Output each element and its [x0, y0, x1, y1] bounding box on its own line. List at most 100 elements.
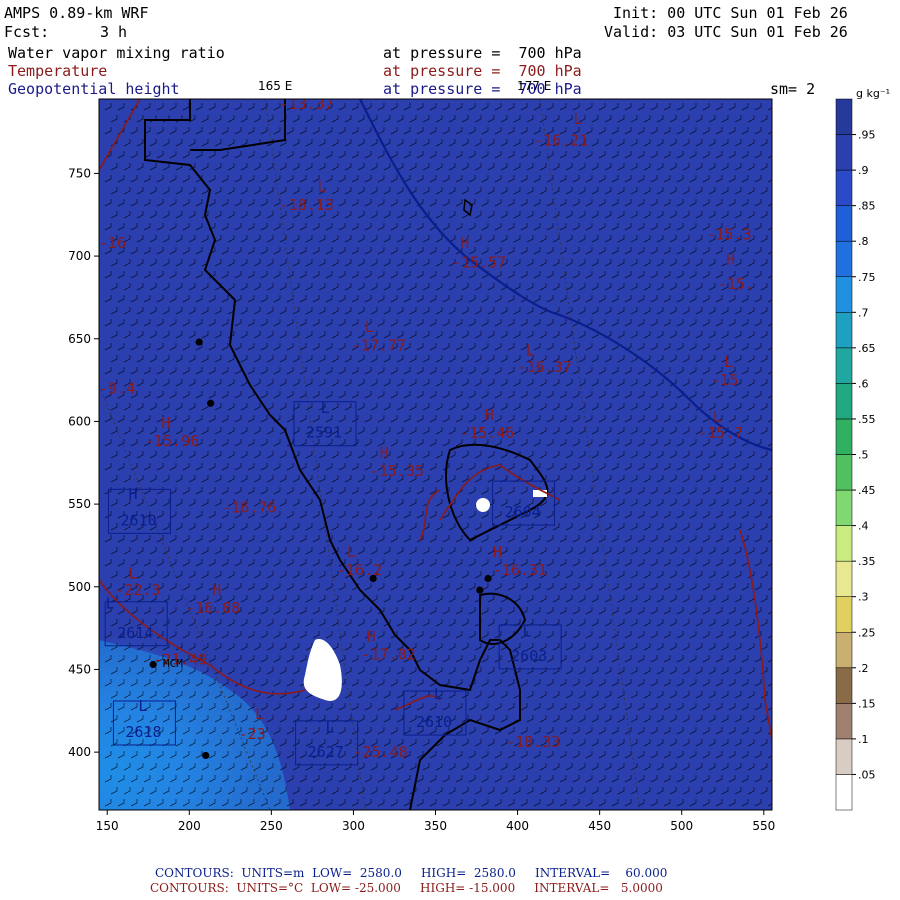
height-label: 2604	[505, 503, 541, 521]
colorbar-swatch	[835, 134, 853, 171]
temperature-label: -18.33	[506, 733, 560, 751]
temperature-label: -25.48	[353, 743, 407, 761]
height-label: 2614	[117, 624, 153, 642]
colorbar-label: .8	[858, 235, 869, 248]
temperature-label: -13.37	[280, 95, 334, 113]
temperature-label: -17.77	[352, 336, 406, 354]
colorbar-swatch	[835, 596, 853, 633]
height-center-symbol: L	[434, 685, 443, 703]
colorbar-swatch	[835, 667, 853, 704]
dry-patch	[533, 490, 547, 497]
temperature-center-symbol: H	[380, 444, 389, 462]
temperature-center-symbol: H	[367, 627, 376, 645]
temperature-label: -16.2	[337, 561, 382, 579]
footer-height-high: HIGH= 2580.0	[420, 866, 516, 880]
colorbar-swatch	[835, 98, 853, 135]
colorbar-swatch	[835, 240, 853, 277]
temperature-label: -23	[239, 725, 266, 743]
temperature-label: -15.3	[706, 226, 751, 244]
height-label: 2610	[120, 511, 156, 529]
colorbar-swatch	[835, 418, 853, 455]
y-tick-label: 550	[68, 497, 91, 511]
colorbar-unit: g kg⁻¹	[856, 87, 890, 100]
colorbar-label: .35	[858, 555, 876, 568]
x-tick-label: 300	[342, 819, 365, 833]
temperature-center-symbol: L	[573, 110, 582, 128]
height-label: 2603	[511, 647, 547, 665]
colorbar-swatch	[835, 383, 853, 420]
station-dot	[476, 586, 484, 594]
colorbar-swatch	[835, 738, 853, 775]
height-label: 2610	[416, 713, 452, 731]
colorbar-label: .05	[858, 768, 876, 781]
colorbar-label: .65	[858, 342, 876, 355]
colorbar-label: .9	[858, 164, 869, 177]
station-dot	[202, 751, 210, 760]
temperature-label: -16.76	[222, 498, 276, 516]
footer-height-contours: CONTOURS: UNITS=m LOW= 2580.0 HIGH= 2580…	[155, 866, 667, 880]
colorbar-swatch	[835, 560, 853, 597]
station-dot	[207, 399, 215, 407]
height-label: 2627	[308, 743, 344, 761]
temperature-label: -18.13	[280, 196, 334, 214]
y-tick-label: 650	[68, 332, 91, 346]
temperature-center-symbol: L	[347, 543, 356, 561]
colorbar-swatch	[835, 276, 853, 313]
temperature-label: -15.	[718, 275, 754, 293]
footer-height-interval: INTERVAL= 60.000	[534, 866, 668, 880]
temperature-label: -16	[99, 234, 126, 252]
colorbar-label: .55	[858, 413, 876, 426]
temperature-center-symbol: L	[317, 178, 326, 196]
temperature-center-symbol: H	[726, 250, 735, 268]
footer-height-low: LOW= 2580.0	[312, 866, 402, 880]
height-center-symbol: L	[326, 718, 335, 736]
temperature-label: -16.37	[518, 358, 572, 376]
colorbar-swatch	[835, 347, 853, 384]
y-tick-label: 700	[68, 249, 91, 263]
colorbar-label: .15	[858, 697, 876, 710]
footer-temp-high: HIGH= -15.000	[420, 881, 516, 895]
y-tick-label: 450	[68, 662, 91, 676]
height-center-symbol: L	[522, 622, 531, 640]
temperature-center-symbol: L	[255, 705, 264, 723]
temperature-center-symbol: L	[365, 318, 374, 336]
temperature-label: -15.96	[145, 432, 199, 450]
colorbar-swatch	[835, 774, 853, 811]
station-dot	[484, 574, 492, 583]
colorbar-label: .6	[858, 377, 869, 390]
colorbar-swatch	[835, 312, 853, 349]
station-dot	[195, 338, 203, 346]
colorbar-label: .45	[858, 484, 876, 497]
footer-temperature-contours: CONTOURS: UNITS=°C LOW= -25.000 HIGH= -1…	[150, 881, 663, 895]
colorbar-label: .7	[858, 306, 869, 319]
y-tick-label: 500	[68, 580, 91, 594]
temperature-label: -17.02	[362, 646, 416, 664]
temperature-center-symbol: H	[493, 543, 502, 561]
footer-temp-interval: INTERVAL= 5.0000	[534, 881, 663, 895]
weather-map: 25912610 260426142603261826102627LHLLLLL-…	[68, 87, 890, 833]
temperature-center-symbol: H	[161, 414, 170, 432]
x-tick-label: 400	[506, 819, 529, 833]
colorbar-label: .4	[858, 520, 869, 533]
colorbar-label: .5	[858, 449, 869, 462]
temperature-center-symbol: H	[485, 406, 494, 424]
temperature-label: -16.21	[534, 131, 588, 149]
station-label: MCM	[163, 657, 183, 670]
colorbar-label: .1	[858, 733, 869, 746]
colorbar-swatch	[835, 525, 853, 562]
temperature-label: -9.4	[99, 379, 135, 397]
height-center-symbol: L	[106, 594, 115, 612]
footer-height-units: UNITS=m	[241, 866, 305, 880]
colorbar-swatch	[835, 169, 853, 206]
x-tick-label: 350	[424, 819, 447, 833]
colorbar-label: .3	[858, 591, 869, 604]
x-tick-label: 250	[260, 819, 283, 833]
y-tick-label: 600	[68, 414, 91, 428]
colorbar-swatch	[835, 489, 853, 526]
temperature-label: -16.08	[186, 599, 240, 617]
height-center-symbol: L	[138, 697, 147, 715]
colorbar-label: .95	[858, 129, 876, 142]
temperature-label: -15.46	[460, 424, 514, 442]
colorbar-label: .85	[858, 200, 876, 213]
footer-height-label: CONTOURS:	[155, 866, 234, 880]
